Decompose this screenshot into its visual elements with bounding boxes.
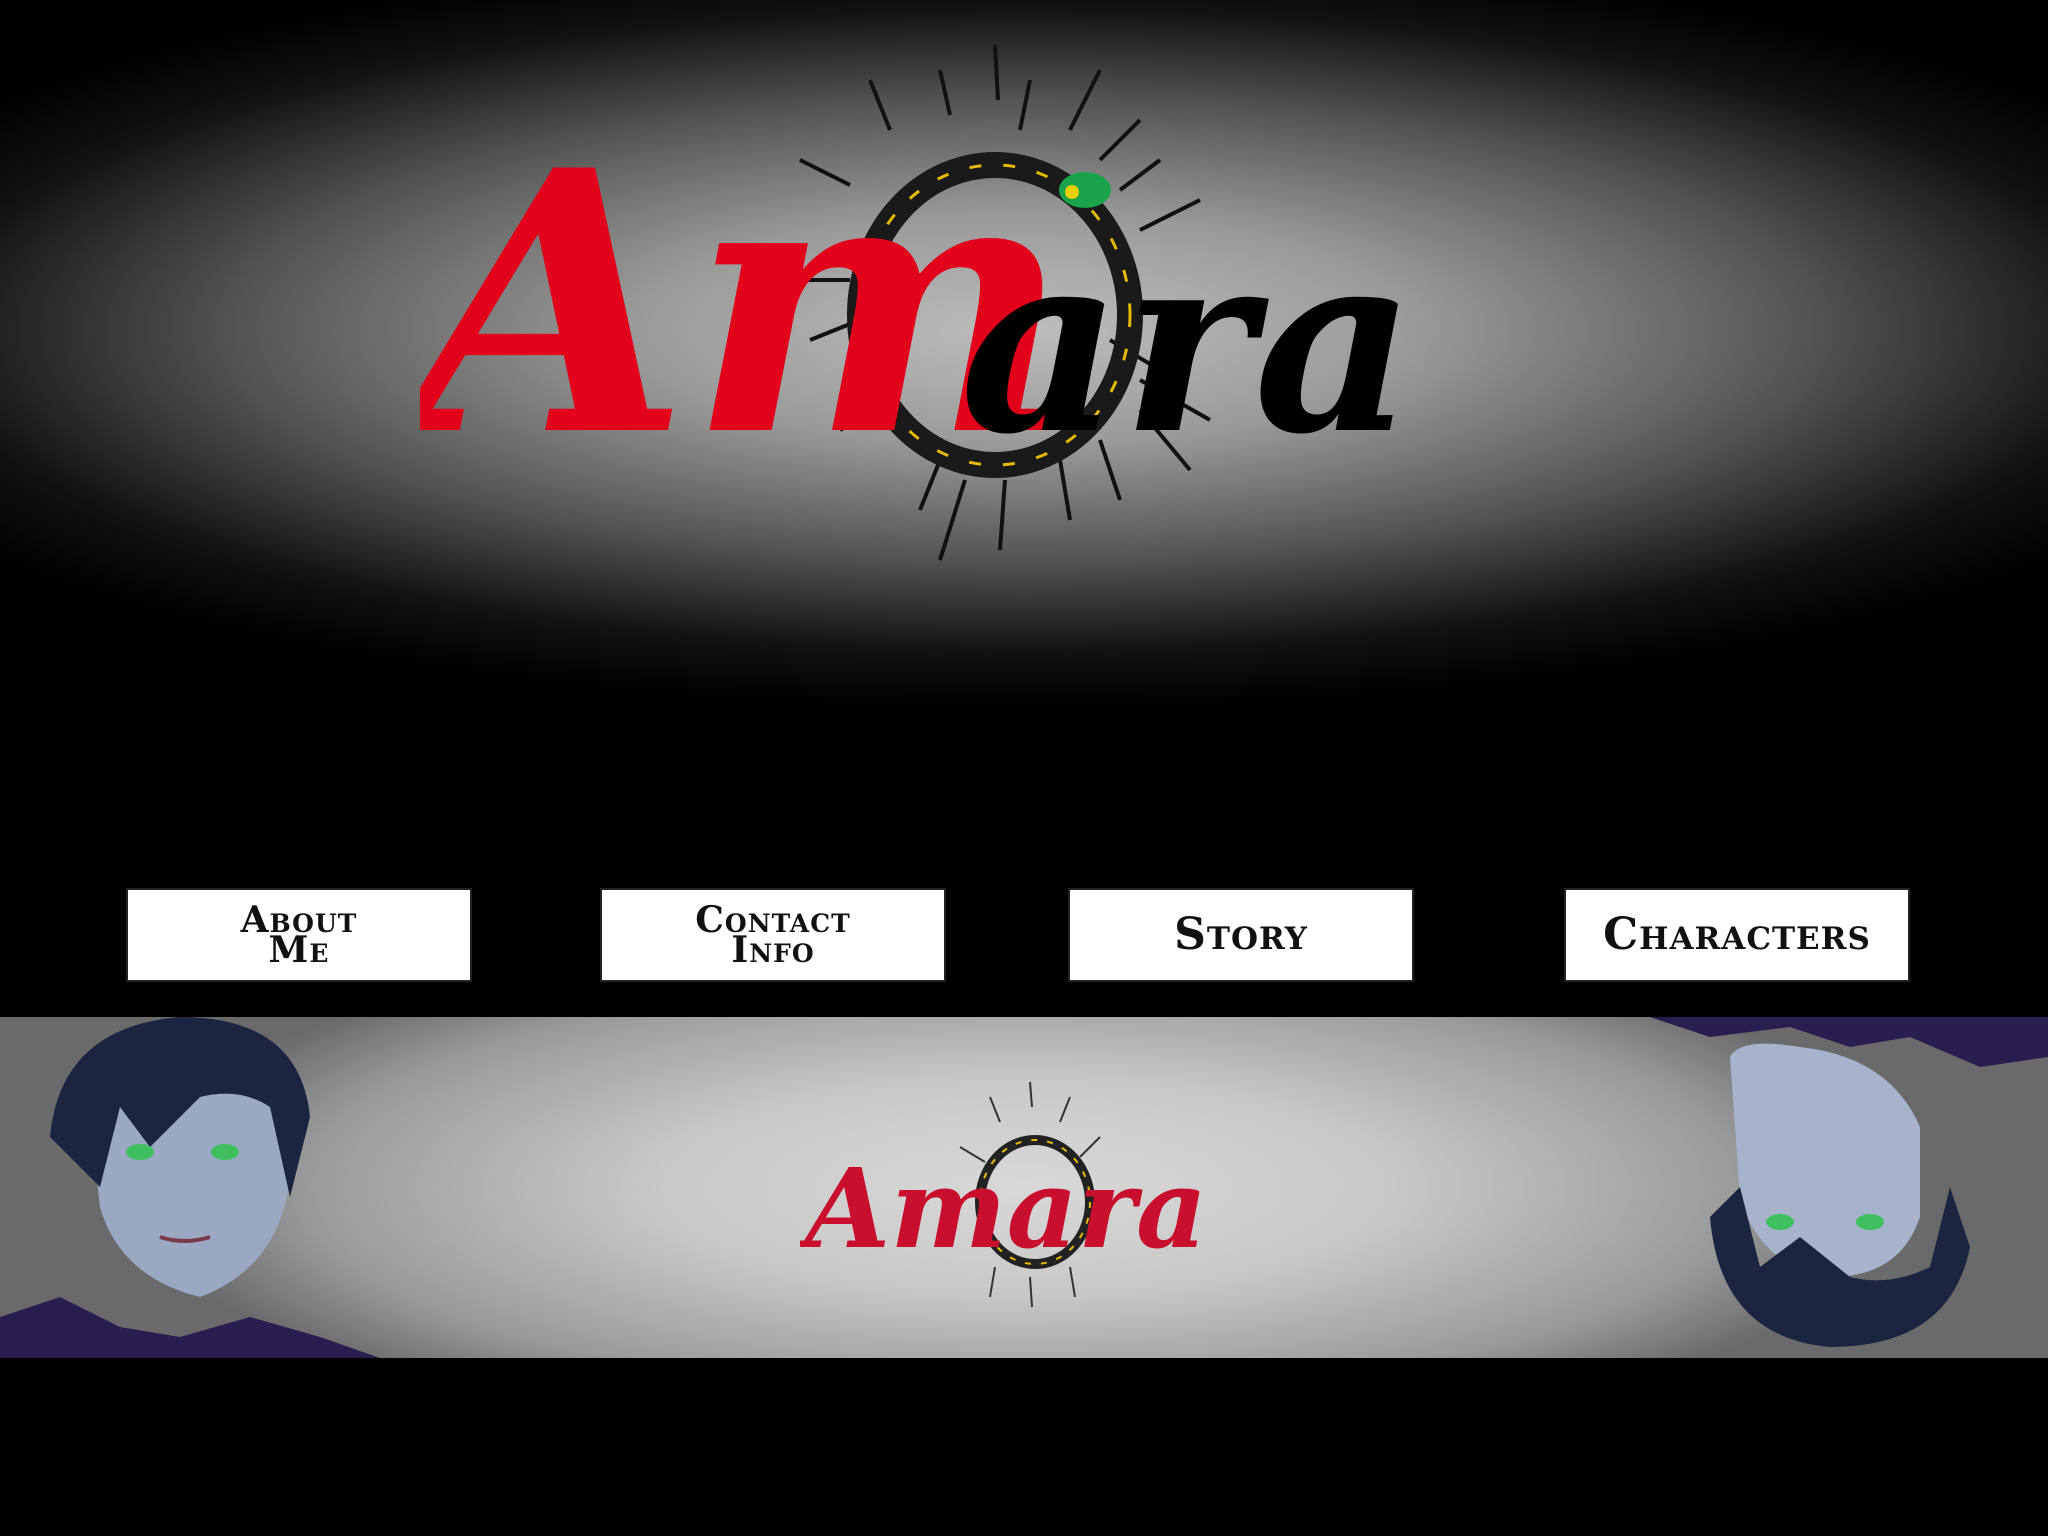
logo-text-black: ara: [960, 195, 1416, 489]
amara-logo: Am ara: [420, 44, 1416, 561]
characters-label: Characters: [1603, 909, 1871, 960]
page: Am ara About Me Contact Info Story Chara…: [0, 0, 2048, 1536]
story-label: Story: [1174, 909, 1308, 960]
about-me-line2: Me: [268, 929, 330, 971]
hero-header: Am ara: [0, 0, 2048, 800]
main-nav: About Me Contact Info Story Characters: [0, 888, 2048, 986]
banner-logo-text: Amara: [800, 1144, 1207, 1273]
characters-button[interactable]: Characters: [1564, 888, 1910, 982]
character-left-illustration: [0, 1017, 380, 1358]
footer-banner: Amara: [0, 1017, 2048, 1358]
about-me-button[interactable]: About Me: [126, 888, 472, 982]
story-button[interactable]: Story: [1068, 888, 1414, 982]
about-me-label: About Me: [209, 902, 389, 971]
contact-info-label: Contact Info: [683, 902, 863, 968]
character-right-illustration: [1650, 1017, 2048, 1347]
contact-info-button[interactable]: Contact Info: [600, 888, 946, 982]
banner-logo: Amara: [800, 1081, 1207, 1308]
